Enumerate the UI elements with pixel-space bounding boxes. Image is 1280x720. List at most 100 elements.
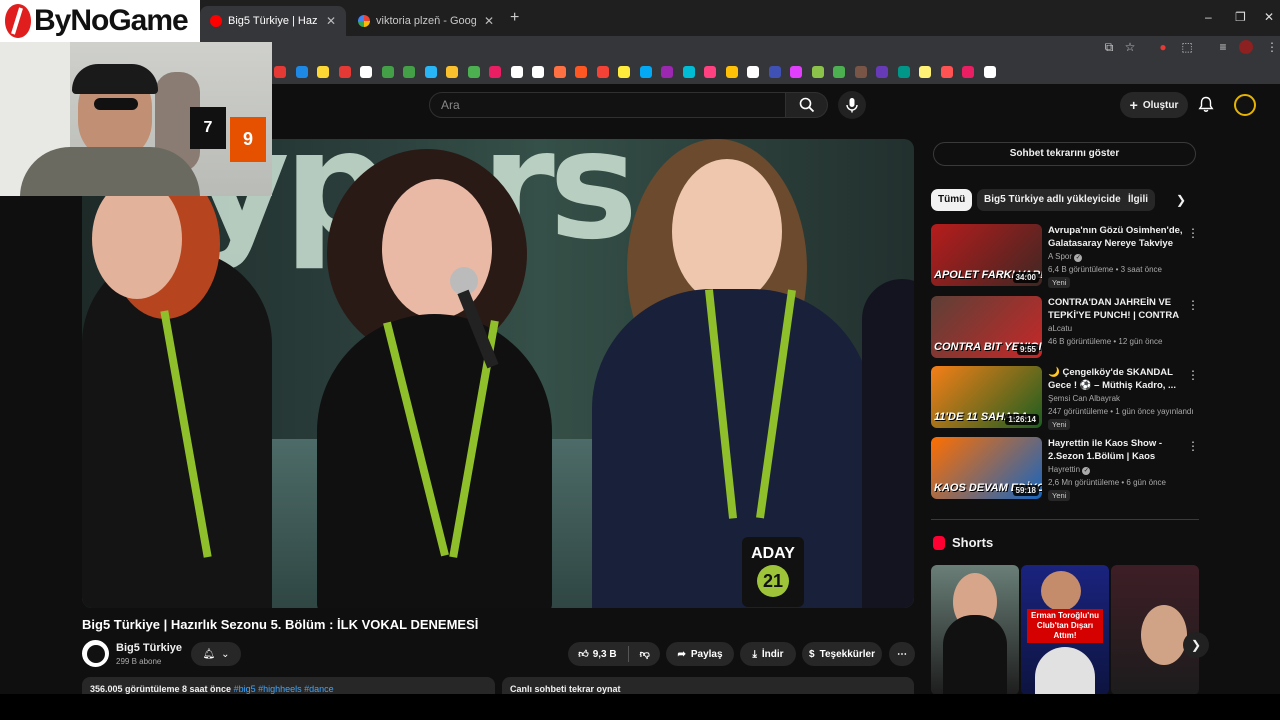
video-thumbnail[interactable]: KAOS DEVAM EDİYOR!59:18 <box>931 437 1042 499</box>
browser-menu-icon[interactable]: ⋮ <box>1265 40 1279 54</box>
bookmark-favicon-icon[interactable] <box>446 66 458 78</box>
recommendation-item[interactable]: 11'DE 11 SAHADA 1:26:14 🌙 Çengelköy'de SKA… <box>931 366 1201 430</box>
youtube-favicon-icon <box>210 15 222 27</box>
tab-big5[interactable]: Big5 Türkiye | Hazırlık Sezonu 5. ✕ <box>200 6 346 36</box>
bookmark-favicon-icon[interactable] <box>575 66 587 78</box>
media-control-icon[interactable]: ≡ <box>1216 40 1230 54</box>
bookmark-favicon-icon[interactable] <box>403 66 415 78</box>
channel-name[interactable]: Big5 Türkiye <box>116 642 182 654</box>
subscribed-notification-button[interactable]: 🔔︎ ⌄ <box>191 642 241 666</box>
bookmark-favicon-icon[interactable] <box>274 66 286 78</box>
bookmark-favicon-icon[interactable] <box>338 66 351 78</box>
hashtags[interactable]: #big5 #highheels #dance <box>234 684 334 694</box>
bookmark-favicon-icon[interactable] <box>747 66 759 78</box>
bookmark-favicon-icon[interactable] <box>381 66 394 78</box>
close-window-button[interactable]: ✕ <box>1264 10 1274 24</box>
bookmark-favicon-icon[interactable] <box>553 66 566 78</box>
share-button[interactable]: ➦ Paylaş <box>666 642 734 666</box>
create-button[interactable]: + Oluştur <box>1120 92 1188 118</box>
profile-avatar-icon[interactable] <box>1239 40 1253 54</box>
more-vertical-icon[interactable]: ⋮ <box>1187 368 1199 382</box>
bookmark-favicon-icon[interactable] <box>489 66 501 78</box>
bookmark-favicon-icon[interactable] <box>919 66 931 78</box>
new-tab-button[interactable]: + <box>510 9 519 27</box>
bookmark-favicon-icon[interactable] <box>360 66 372 78</box>
bookmark-favicon-icon[interactable] <box>940 66 953 78</box>
recommendation-title[interactable]: Hayrettin ile Kaos Show - 2.Sezon 1.Bölü… <box>1048 437 1183 463</box>
bookmark-favicon-icon[interactable] <box>790 66 802 78</box>
video-thumbnail[interactable]: CONTRA BIT YENIGI REACT!9:55 <box>931 296 1042 358</box>
extensions-puzzle-icon[interactable]: ⬚ <box>1180 40 1194 54</box>
short-overlay-text: Erman Toroğlu'nu Club'tan Dışarı Attım! <box>1027 609 1103 643</box>
more-vertical-icon[interactable]: ⋮ <box>1187 226 1199 240</box>
thumbs-up-icon: 👍︎ <box>578 649 589 660</box>
bookmark-favicon-icon[interactable] <box>295 66 308 78</box>
bookmark-favicon-icon[interactable] <box>424 66 437 78</box>
bookmark-favicon-icon[interactable] <box>833 66 845 78</box>
thanks-button[interactable]: $ Teşekkürler <box>802 642 882 666</box>
bookmark-favicon-icon[interactable] <box>639 66 652 78</box>
more-actions-button[interactable]: ⋯ <box>889 642 915 666</box>
video-player[interactable]: ypers ADAY 21 <box>82 139 914 608</box>
channel-name: aLcatu <box>1048 324 1073 333</box>
voice-search-button[interactable] <box>838 91 866 119</box>
bookmark-favicon-icon[interactable] <box>510 66 523 78</box>
account-avatar[interactable] <box>1234 94 1256 116</box>
bookmark-favicon-icon[interactable] <box>983 66 996 78</box>
short-item[interactable] <box>1111 565 1199 695</box>
bookmark-favicon-icon[interactable] <box>682 66 695 78</box>
recommendation-title[interactable]: 🌙 Çengelköy'de SKANDAL Gece ! ⚽ – Müthiş… <box>1048 366 1183 392</box>
bookmark-favicon-icon[interactable] <box>661 66 673 78</box>
bookmark-favicon-icon[interactable] <box>768 66 781 78</box>
bookmark-favicon-icon[interactable] <box>532 66 544 78</box>
create-label: Oluştur <box>1142 99 1179 111</box>
notifications-button[interactable] <box>1198 96 1214 118</box>
recommendation-title[interactable]: CONTRA'DAN JAHREİN VE TEPKİ'YE PUNCH! | … <box>1048 296 1183 322</box>
recommendation-channel[interactable]: Hayrettin ✓ <box>1048 465 1091 475</box>
recommendation-channel[interactable]: Şemsi Can Albayrak <box>1048 394 1120 403</box>
bookmark-favicon-icon[interactable] <box>725 66 738 78</box>
chip-from-uploader[interactable]: Big5 Türkiye adlı yükleyiciden <box>977 189 1134 211</box>
close-tab-icon[interactable]: ✕ <box>484 14 494 28</box>
bookmark-favicon-icon[interactable] <box>596 66 609 78</box>
recommendation-channel[interactable]: aLcatu <box>1048 324 1072 333</box>
dislike-button[interactable]: 👎︎ <box>640 648 650 660</box>
more-vertical-icon[interactable]: ⋮ <box>1187 439 1199 453</box>
extension-icon[interactable]: ● <box>1156 40 1170 54</box>
short-item[interactable] <box>931 565 1019 695</box>
recommendation-item[interactable]: APOLET FARKI VAR! 34:00 Avrupa'nın Gözü Os… <box>931 224 1201 288</box>
recommendation-item[interactable]: KAOS DEVAM EDİYOR!59:18Hayrettin ile Kao… <box>931 437 1201 501</box>
search-input[interactable]: Ara <box>429 92 786 118</box>
recommendation-channel[interactable]: A Spor ✓ <box>1048 252 1083 262</box>
close-tab-icon[interactable]: ✕ <box>326 14 336 28</box>
chip-related[interactable]: İlgili <box>1121 189 1155 211</box>
recommendation-title[interactable]: Avrupa'nın Gözü Osimhen'de, Galatasaray … <box>1048 224 1183 250</box>
search-button[interactable] <box>786 92 828 118</box>
bookmark-favicon-icon[interactable] <box>962 66 974 78</box>
bookmark-favicon-icon[interactable] <box>704 66 716 78</box>
short-item[interactable]: Erman Toroğlu'nu Club'tan Dışarı Attım! <box>1021 565 1109 695</box>
download-button[interactable]: ⤓ İndir <box>740 642 796 666</box>
bookmark-favicon-icon[interactable] <box>811 66 824 78</box>
chip-all[interactable]: Tümü <box>931 189 973 211</box>
bookmark-favicon-icon[interactable] <box>618 66 630 78</box>
cast-icon[interactable]: ⧉ <box>1102 40 1116 54</box>
bookmark-favicon-icon[interactable] <box>854 66 867 78</box>
video-thumbnail[interactable]: APOLET FARKI VAR! 34:00 <box>931 224 1042 286</box>
bookmark-favicon-icon[interactable] <box>897 66 910 78</box>
recommendation-item[interactable]: CONTRA BIT YENIGI REACT!9:55CONTRA'DAN J… <box>931 296 1201 360</box>
show-chat-replay-button[interactable]: Sohbet tekrarını göster <box>933 142 1196 166</box>
minimize-button[interactable]: – <box>1205 10 1212 24</box>
like-button[interactable]: 👍︎ 9,3 B <box>578 648 616 661</box>
more-vertical-icon[interactable]: ⋮ <box>1187 298 1199 312</box>
bookmark-star-icon[interactable]: ☆ <box>1123 40 1137 54</box>
video-thumbnail[interactable]: 11'DE 11 SAHADA 1:26:14 <box>931 366 1042 428</box>
bookmark-favicon-icon[interactable] <box>876 66 888 78</box>
maximize-button[interactable]: ❐ <box>1235 10 1246 24</box>
shorts-next-button[interactable]: ❯ <box>1183 632 1209 658</box>
bookmark-favicon-icon[interactable] <box>317 66 329 78</box>
channel-avatar[interactable] <box>82 640 109 667</box>
bookmark-favicon-icon[interactable] <box>467 66 480 78</box>
chevron-right-icon[interactable]: ❯ <box>1176 193 1186 207</box>
tab-google-search[interactable]: viktoria plzeň - Google'da Ara ✕ <box>348 6 504 36</box>
